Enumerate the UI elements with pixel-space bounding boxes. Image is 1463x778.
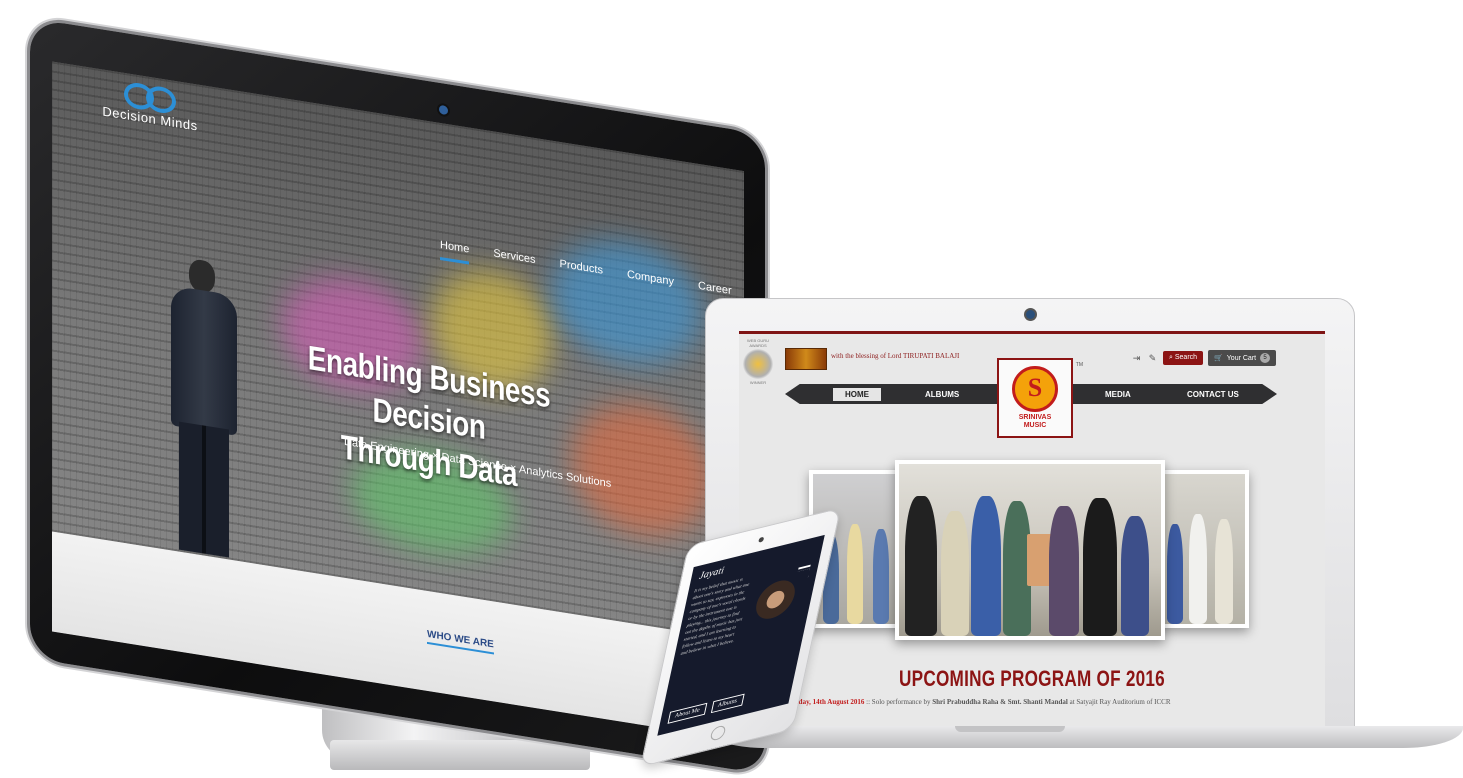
tablet-buttons: About Me Albums bbox=[667, 693, 745, 724]
laptop-camera bbox=[1026, 310, 1035, 319]
jayati-website: Jayati It is my belief that music is abo… bbox=[657, 534, 825, 736]
nav-media[interactable]: MEDIA bbox=[1105, 390, 1131, 399]
upcoming-program-heading: UPCOMING PROGRAM OF 2016 bbox=[899, 666, 1165, 691]
balaji-image bbox=[785, 348, 827, 370]
slider-photo-center[interactable] bbox=[895, 460, 1165, 640]
tablet-camera bbox=[758, 536, 765, 543]
about-me-button[interactable]: About Me bbox=[667, 702, 707, 724]
event-venue: at Satyajit Ray Auditorium of ICCR bbox=[1067, 698, 1171, 706]
login-icon[interactable]: ⇥ bbox=[1131, 353, 1142, 364]
search-button[interactable]: ⌕ Search bbox=[1163, 351, 1204, 365]
award-text-bottom: WINNER bbox=[749, 380, 767, 385]
event-text: :: Solo performance by bbox=[864, 698, 933, 706]
tablet-home-button[interactable] bbox=[709, 724, 727, 742]
music-logo-icon: S bbox=[1012, 366, 1058, 412]
jayati-logo[interactable]: Jayati bbox=[698, 565, 725, 582]
photo-slider[interactable] bbox=[809, 460, 1249, 640]
albums-button[interactable]: Albums bbox=[710, 693, 745, 714]
slider-photo-right[interactable] bbox=[1157, 470, 1249, 628]
figure-body bbox=[171, 285, 237, 436]
trademark-label: TM bbox=[1075, 362, 1083, 368]
monitor-camera bbox=[439, 104, 448, 116]
intro-text: It is my belief that music is about one'… bbox=[680, 576, 750, 656]
cart-label: Your Cart bbox=[1226, 354, 1257, 362]
header-tools: ⇥ ✎ ⌕ Search 🛒 Your Cart 5 bbox=[1131, 350, 1277, 366]
event-artists: Shri Prabuddha Raha & Smt. Shanti Mandal bbox=[932, 698, 1068, 706]
nav-home[interactable]: Home bbox=[440, 238, 470, 265]
srinivas-music-logo[interactable]: S SRINIVAS MUSIC TM bbox=[997, 358, 1083, 438]
search-label: Search bbox=[1174, 354, 1198, 361]
event-line: Sunday, 14th August 2016 :: Solo perform… bbox=[787, 698, 1171, 706]
laptop-notch bbox=[955, 726, 1065, 732]
businessman-figure bbox=[167, 255, 249, 563]
award-text-top: WEB GURU AWARDS bbox=[747, 338, 769, 348]
nav-home[interactable]: HOME bbox=[833, 387, 881, 401]
figure-legs bbox=[179, 421, 229, 558]
cart-button[interactable]: 🛒 Your Cart 5 bbox=[1208, 350, 1277, 366]
nav-contact-us[interactable]: CONTACT US bbox=[1187, 390, 1239, 399]
tablet-body: Jayati It is my belief that music is abo… bbox=[640, 507, 842, 768]
tablet: Jayati It is my belief that music is abo… bbox=[640, 507, 842, 777]
monitor-stand-base bbox=[330, 740, 590, 770]
nav-albums[interactable]: ALBUMS bbox=[925, 390, 959, 399]
blessing-text: with the blessing of Lord TIRUPATI BALAJ… bbox=[831, 352, 960, 360]
register-icon[interactable]: ✎ bbox=[1147, 353, 1158, 364]
cart-icon: 🛒 bbox=[1214, 355, 1223, 362]
cart-count-badge: 5 bbox=[1260, 353, 1271, 363]
logo-name-line-1: SRINIVAS bbox=[1018, 414, 1052, 421]
web-guru-award-badge: WEB GURU AWARDS WINNER bbox=[741, 338, 775, 385]
award-medal-icon bbox=[743, 349, 773, 379]
logo-name-line-2: MUSIC bbox=[1023, 422, 1047, 429]
